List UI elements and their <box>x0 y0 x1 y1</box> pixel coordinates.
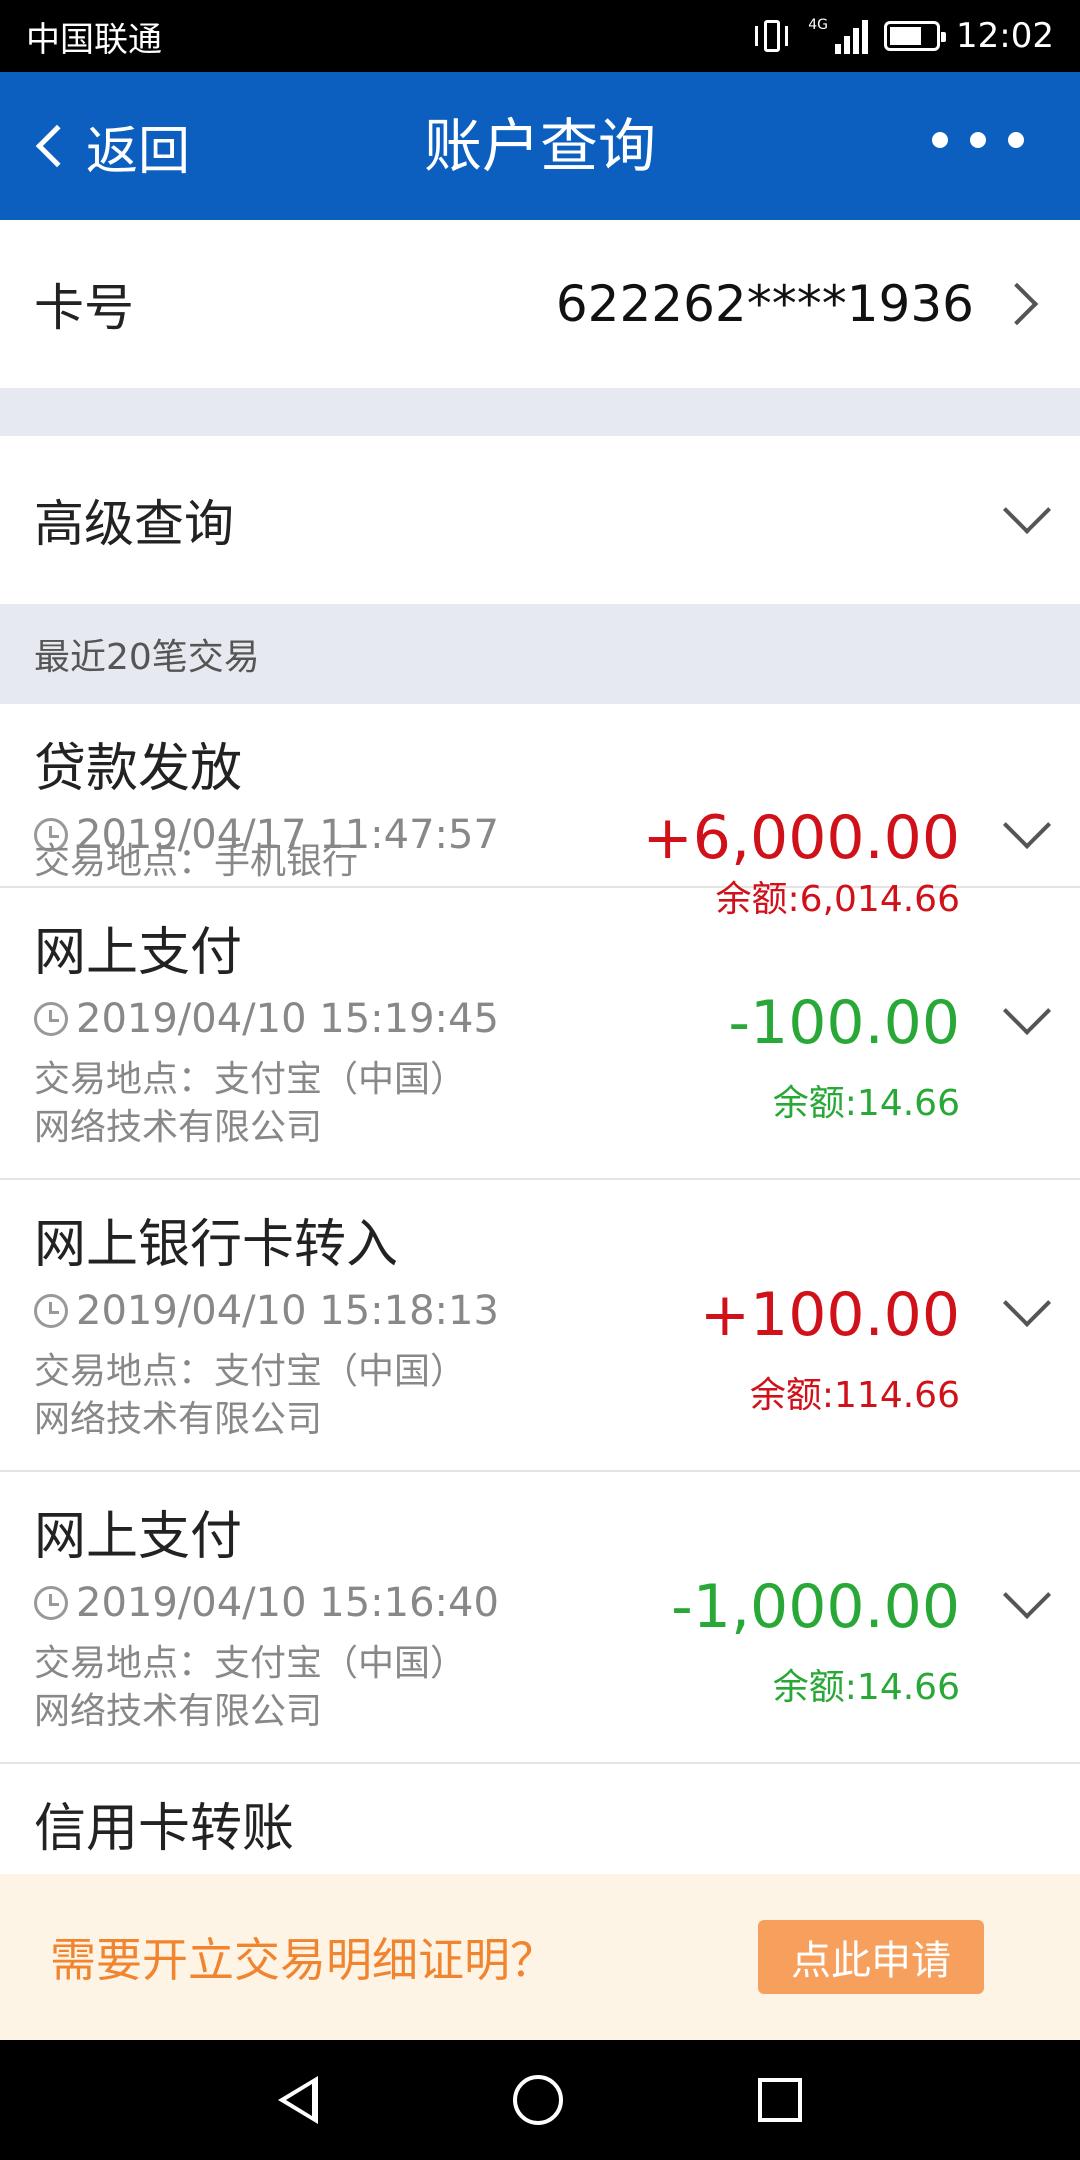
transaction-item[interactable]: 网上银行卡转入 2019/04/10 15:18:13 交易地点：支付宝（中国）… <box>0 1180 1080 1472</box>
chevron-left-icon <box>35 124 79 168</box>
transaction-item[interactable]: 网上支付 2019/04/10 15:19:45 交易地点：支付宝（中国）网络技… <box>0 888 1080 1180</box>
transaction-title: 贷款发放 <box>34 739 243 799</box>
transaction-place: 交易地点：支付宝（中国）网络技术有限公司 <box>34 1643 467 1732</box>
carrier-name: 中国联通 <box>26 19 162 60</box>
transaction-list[interactable]: 贷款发放 2019/04/17 11:47:57 交易地点：手机银行 +6,00… <box>0 704 1080 1874</box>
transaction-time: 2019/04/10 15:16:40 <box>34 1580 499 1626</box>
transaction-title: 信用卡转账 <box>34 1799 295 1859</box>
transaction-time: 2019/04/10 15:18:13 <box>34 1288 499 1334</box>
clock-icon <box>34 1002 68 1036</box>
transaction-amount: +100.00 <box>699 1280 960 1350</box>
transaction-place: 交易地点：支付宝（中国）网络技术有限公司 <box>34 1059 467 1148</box>
status-icons: 4G 12:02 <box>752 16 1054 56</box>
transaction-place: 交易地点：支付宝（中国）网络技术有限公司 <box>34 1351 467 1440</box>
section-divider <box>0 388 1080 436</box>
battery-icon <box>884 21 947 51</box>
network-type: 4G <box>808 17 829 33</box>
transaction-time: 2019/04/10 15:19:45 <box>34 996 499 1042</box>
back-button[interactable]: 返回 <box>30 72 190 220</box>
transaction-item[interactable]: 网上支付 2019/04/10 15:16:40 交易地点：支付宝（中国）网络技… <box>0 1472 1080 1764</box>
transaction-title: 网上支付 <box>34 1507 243 1567</box>
transaction-balance: 余额:14.66 <box>772 1667 960 1708</box>
recents-icon[interactable] <box>758 2078 803 2122</box>
advanced-query-label: 高级查询 <box>34 495 234 553</box>
transaction-place: 交易地点：手机银行 <box>34 841 359 882</box>
vibrate-icon <box>752 16 792 56</box>
back-label: 返回 <box>86 121 191 182</box>
transaction-balance: 余额:114.66 <box>749 1375 960 1416</box>
chevron-down-icon <box>1000 497 1046 543</box>
transaction-title: 网上支付 <box>34 923 243 983</box>
home-icon[interactable] <box>512 2075 563 2125</box>
clock: 12:02 <box>956 16 1054 56</box>
advanced-query-row[interactable]: 高级查询 <box>0 436 1080 604</box>
clock-icon <box>34 1294 68 1328</box>
more-icon[interactable] <box>932 132 1024 148</box>
nav-bar: 返回 账户查询 <box>0 72 1080 220</box>
card-number-row[interactable]: 卡号 622262****1936 <box>0 220 1080 388</box>
chevron-down-icon[interactable] <box>1000 998 1046 1044</box>
signal-icon: 4G <box>808 17 869 54</box>
chevron-down-icon[interactable] <box>1000 1582 1046 1628</box>
certificate-banner: 需要开立交易明细证明？ 点此申请 <box>0 1874 1080 2040</box>
transaction-time-text: 2019/04/10 15:18:13 <box>76 1288 499 1334</box>
banner-message: 需要开立交易明细证明？ <box>50 1933 556 1987</box>
transaction-item[interactable]: 贷款发放 2019/04/17 11:47:57 交易地点：手机银行 +6,00… <box>0 704 1080 920</box>
transaction-time-text: 2019/04/10 15:16:40 <box>76 1580 499 1626</box>
transaction-balance: 余额:14.66 <box>772 1083 960 1124</box>
back-icon[interactable] <box>277 2076 318 2124</box>
clock-icon <box>34 1586 68 1620</box>
status-bar: 中国联通 4G 12:02 <box>0 0 1080 72</box>
transaction-title: 网上银行卡转入 <box>34 1215 399 1275</box>
apply-button[interactable]: 点此申请 <box>758 1920 984 1994</box>
chevron-down-icon[interactable] <box>1000 1290 1046 1336</box>
transaction-amount: -100.00 <box>728 988 960 1058</box>
card-number: 622262****1936 <box>555 275 974 333</box>
chevron-right-icon <box>995 282 1039 326</box>
chevron-down-icon[interactable] <box>1000 812 1046 858</box>
system-nav-bar <box>0 2040 1080 2160</box>
transaction-amount: +6,000.00 <box>642 803 960 873</box>
card-label: 卡号 <box>34 279 134 337</box>
transaction-amount: -1,000.00 <box>671 1572 960 1642</box>
transaction-item[interactable]: 信用卡转账 <box>0 1764 1080 1874</box>
recent-transactions-header: 最近20笔交易 <box>0 604 1080 704</box>
transaction-time-text: 2019/04/10 15:19:45 <box>76 996 499 1042</box>
